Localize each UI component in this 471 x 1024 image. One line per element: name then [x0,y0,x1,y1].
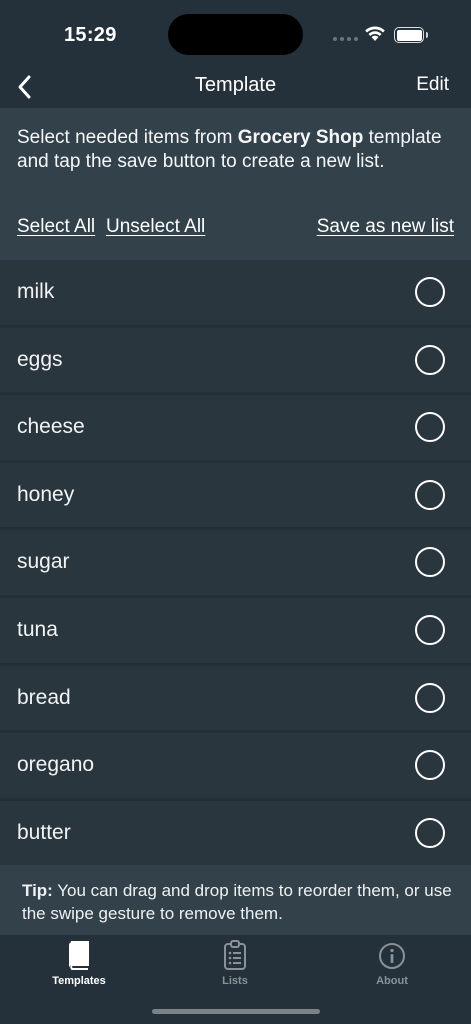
tip-text: Tip: You can drag and drop items to reor… [22,879,452,925]
list-item[interactable]: butter [0,800,471,869]
list-item[interactable]: oregano [0,733,471,801]
battery-icon [394,27,428,43]
item-label: oregano [17,753,95,777]
tab-label: Templates [52,975,106,987]
tip-body: You can drag and drop items to reorder t… [22,881,452,923]
list-item[interactable]: tuna [0,597,471,666]
tip-prefix: Tip: [22,881,53,900]
item-label: tuna [17,617,58,641]
select-all-link[interactable]: Select All [17,216,95,238]
checkbox-circle-icon[interactable] [415,547,445,578]
checkbox-circle-icon[interactable] [415,614,445,645]
checkbox-circle-icon[interactable] [415,277,445,307]
intro-text: Select needed items from Grocery Shop te… [17,126,461,174]
list-item[interactable]: honey [0,462,471,531]
navigation-bar: Template Edit [0,70,471,108]
checkbox-circle-icon[interactable] [415,344,445,375]
list-item[interactable]: milk [0,260,471,328]
checkbox-circle-icon[interactable] [415,750,445,781]
tab-lists[interactable]: Lists [175,939,295,987]
edit-button[interactable]: Edit [416,74,449,96]
item-label: sugar [17,550,70,574]
item-label: milk [17,280,55,303]
tab-templates[interactable]: Templates [19,939,139,987]
home-indicator [152,1009,320,1014]
list-item[interactable]: cheese [0,395,471,463]
template-item-list: milk eggs cheese honey sugar tuna bread … [0,260,471,869]
clipboard-list-icon [224,940,246,970]
item-label: bread [17,685,71,709]
book-icon [69,941,89,970]
intro-prefix: Select needed items from [17,127,238,148]
cellular-signal-icon [333,37,358,41]
list-item[interactable]: bread [0,665,471,734]
list-item[interactable]: sugar [0,530,471,598]
checkbox-circle-icon[interactable] [415,412,445,443]
tab-label: About [376,975,408,987]
checkbox-circle-icon[interactable] [415,817,445,848]
status-time: 15:29 [64,24,117,46]
tip-banner: Tip: You can drag and drop items to reor… [0,865,471,935]
status-bar: 15:29 [0,0,471,70]
checkbox-circle-icon[interactable] [415,479,445,510]
info-icon [379,943,405,969]
tab-about[interactable]: About [332,939,452,987]
wifi-icon [365,26,385,41]
tab-label: Lists [222,975,248,987]
checkbox-circle-icon[interactable] [415,682,445,713]
page-title: Template [194,74,277,96]
template-header: Select needed items from Grocery Shop te… [0,108,471,260]
item-label: butter [17,820,71,844]
unselect-all-link[interactable]: Unselect All [106,216,205,238]
item-label: honey [17,482,75,506]
save-as-new-list-link[interactable]: Save as new list [317,216,454,238]
item-label: eggs [17,347,63,371]
list-item[interactable]: eggs [0,327,471,396]
dynamic-island [168,14,303,55]
template-name: Grocery Shop [237,127,364,148]
item-label: cheese [17,415,85,439]
